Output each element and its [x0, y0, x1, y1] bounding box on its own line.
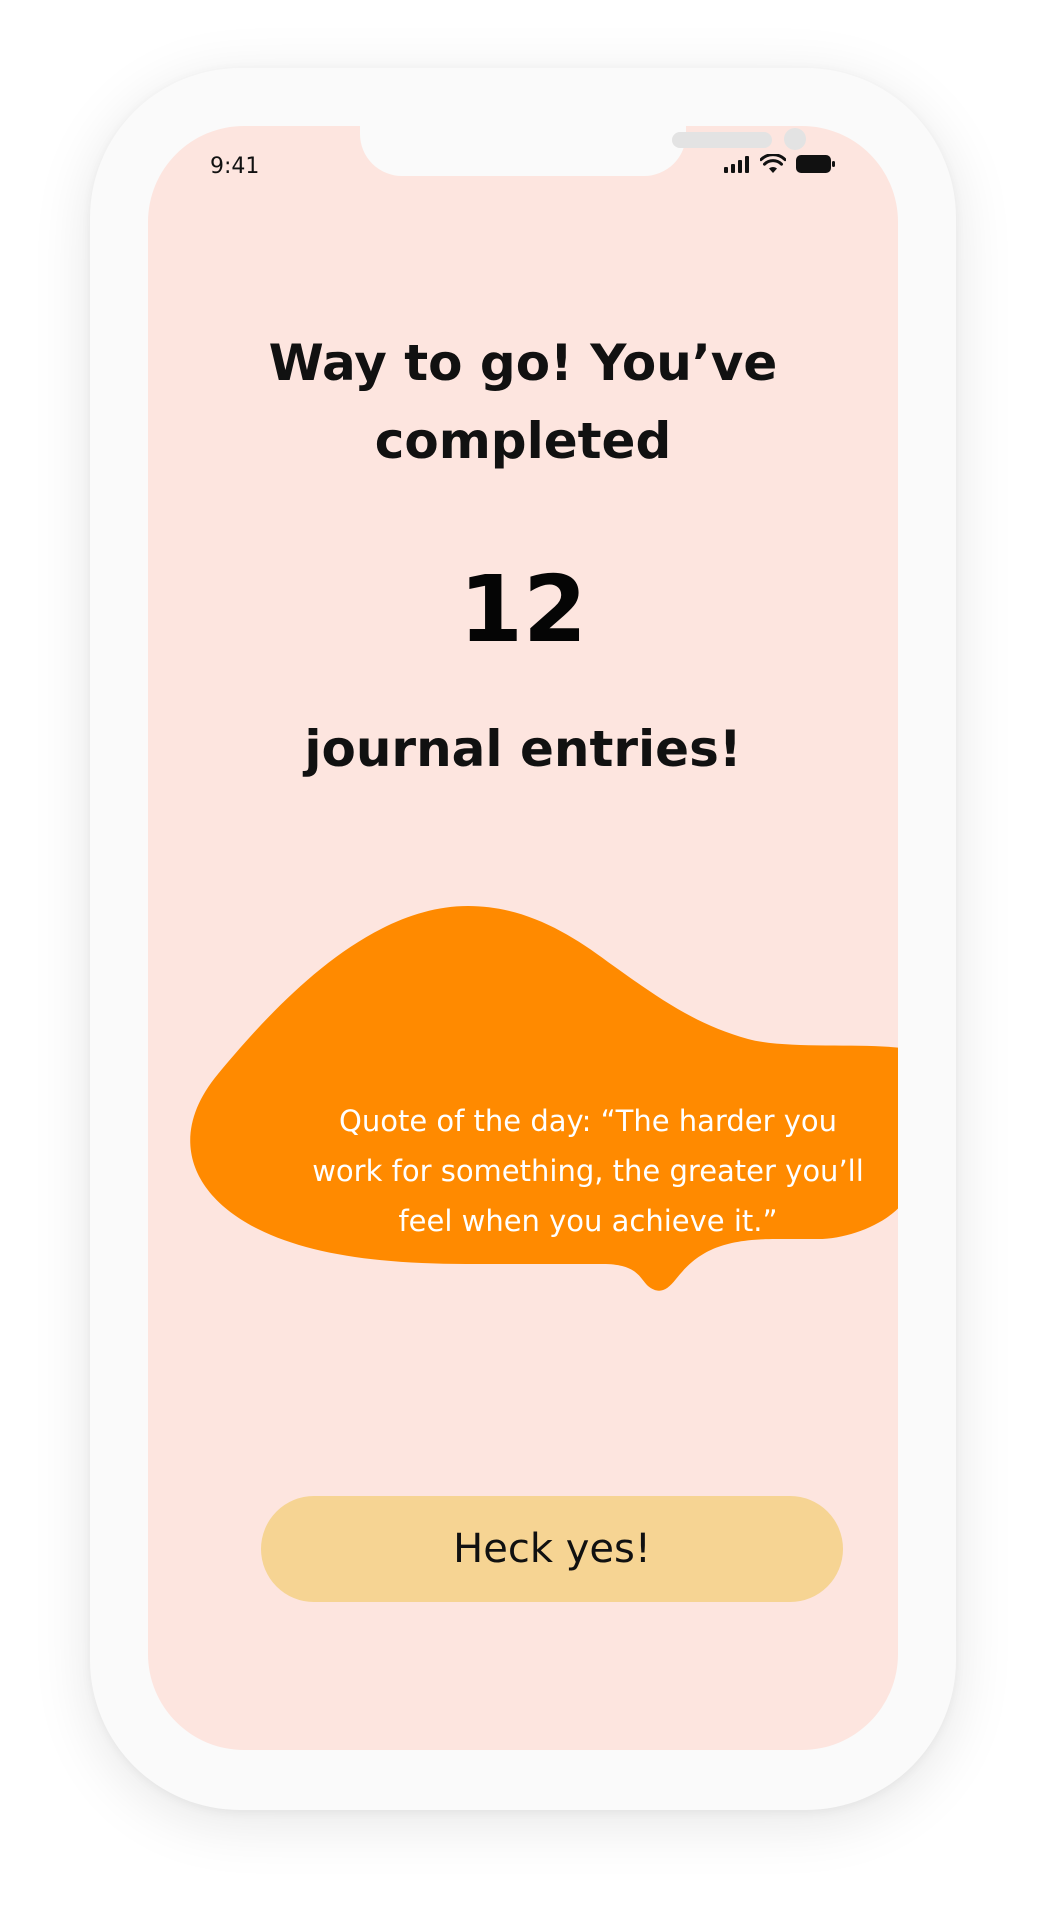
count-subtitle: journal entries!: [304, 720, 742, 778]
front-camera: [784, 128, 806, 150]
battery-icon: [796, 155, 836, 177]
quote-text: Quote of the day: “The harder you work f…: [312, 1104, 864, 1238]
app-screen: 9:41 Way to go! You’ve completed 12 jour…: [148, 126, 898, 1750]
wifi-icon: [759, 153, 787, 178]
heck-yes-button[interactable]: Heck yes!: [261, 1496, 843, 1602]
device-notch: [360, 126, 806, 176]
speaker-grille: [672, 132, 772, 148]
cellular-signal-icon: [724, 155, 750, 177]
status-time: 9:41: [210, 154, 260, 179]
entry-count: 12: [458, 556, 588, 663]
headline: Way to go! You’ve completed: [268, 334, 778, 470]
status-icons: [724, 153, 836, 178]
